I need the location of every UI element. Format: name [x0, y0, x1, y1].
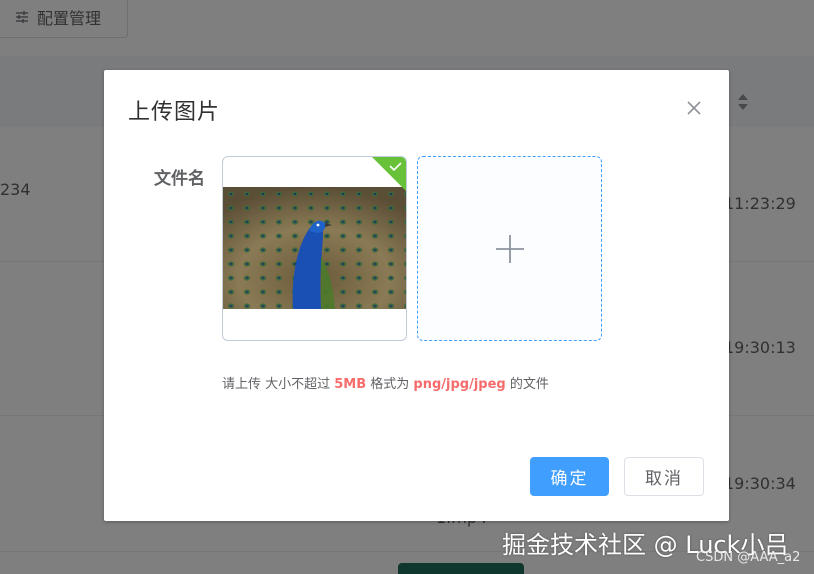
plus-icon — [496, 235, 524, 263]
uploaded-image-card[interactable] — [222, 156, 407, 341]
close-icon[interactable] — [686, 100, 702, 116]
cancel-button[interactable]: 取消 — [624, 457, 704, 496]
filename-label: 文件名 — [154, 169, 205, 189]
dialog-title: 上传图片 — [128, 100, 221, 125]
upload-tip-prefix: 请上传 大小不超过 — [222, 377, 335, 392]
upload-tip-middle: 格式为 — [366, 377, 414, 392]
upload-tip-suffix: 的文件 — [505, 377, 549, 392]
upload-tip: 请上传 大小不超过 5MB 格式为 png/jpg/jpeg 的文件 — [222, 373, 549, 392]
peacock-image — [223, 187, 406, 309]
confirm-button[interactable]: 确定 — [530, 457, 609, 496]
upload-tip-formats: png/jpg/jpeg — [413, 377, 506, 392]
upload-tip-size: 5MB — [334, 377, 367, 392]
upload-trigger[interactable] — [417, 156, 602, 341]
watermark-sub: CSDN @AAA_a2 — [696, 550, 801, 565]
upload-image-dialog: 上传图片 文件名 请上传 大小不超过 5MB 格式为 png/jpg/jpeg … — [104, 70, 729, 521]
check-icon — [372, 157, 406, 191]
